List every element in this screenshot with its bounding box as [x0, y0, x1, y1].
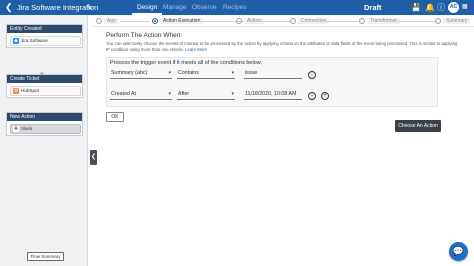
app-name: HubSpot [21, 88, 39, 93]
conditions-panel: Process the trigger event if it meets al… [106, 57, 438, 107]
flow-sidebar: Entity Created ◆ Jira Software » Create … [0, 15, 88, 266]
condition-2-field-select[interactable]: Created At ▾ [110, 90, 172, 100]
chat-support-icon[interactable]: 💬 [449, 242, 468, 261]
app-pill-hubspot[interactable]: ⚙ HubSpot [10, 86, 81, 96]
condition-1-value-input[interactable]: issue [244, 69, 302, 79]
edit-pencil-icon[interactable]: ✎ [86, 2, 93, 13]
step-action-execution[interactable]: Action Execution [152, 17, 204, 25]
hubspot-icon: ⚙ [13, 88, 19, 94]
flow-card-new-action[interactable]: New Action ✚ Slack [6, 112, 83, 136]
jira-icon: ◆ [13, 38, 19, 44]
back-chevron-icon[interactable]: ❮ [5, 2, 13, 13]
caret-down-icon: ▾ [168, 70, 171, 76]
step-transformer[interactable]: Transformer [359, 17, 401, 25]
section-description: You can selectively choose the events of… [106, 41, 458, 52]
app-pill-jira[interactable]: ◆ Jira Software [10, 36, 81, 46]
card-heading: Entity Created [7, 25, 82, 33]
step-dot-icon [290, 17, 296, 24]
step-dot-icon [435, 17, 441, 24]
app-name: Jira Software [21, 38, 48, 43]
flow-summary-button[interactable]: Flow Summary [27, 252, 64, 261]
flow-card-entity-created[interactable]: Entity Created ◆ Jira Software [6, 24, 83, 48]
notification-bell-icon[interactable]: 🔔 [425, 2, 435, 13]
app-name: Slack [21, 126, 33, 131]
add-condition-plus-icon[interactable]: + [321, 92, 329, 100]
save-icon[interactable]: 💾 [411, 2, 421, 13]
tab-recipes[interactable]: Recipes [223, 3, 246, 12]
ok-button[interactable]: OK [106, 112, 124, 122]
tab-observe[interactable]: Observe [192, 3, 217, 12]
apps-grid-icon[interactable]: ▦ [462, 2, 468, 13]
flow-card-create-ticket[interactable]: Create Ticket ⚙ HubSpot [6, 74, 83, 98]
step-dot-icon [96, 17, 102, 24]
caret-down-icon: ▾ [168, 91, 171, 97]
choose-action-button[interactable]: Choose An Action [395, 120, 441, 132]
card-heading: New Action [7, 113, 82, 121]
tab-design[interactable]: Design [131, 3, 163, 15]
slack-icon: ✚ [13, 126, 19, 132]
main-content: Perform The Action When: You can selecti… [100, 27, 474, 266]
caret-down-icon: ▾ [231, 70, 234, 76]
step-dot-icon [359, 17, 365, 24]
tab-manage[interactable]: Manage [163, 3, 187, 12]
remove-condition-1-minus-icon[interactable]: − [308, 71, 316, 79]
status-label: Draft [364, 3, 382, 12]
condition-1-operator-select[interactable]: Contains ▾ [177, 69, 235, 79]
condition-2-operator-select[interactable]: After ▾ [177, 90, 235, 100]
step-dot-icon [152, 17, 158, 24]
collapse-sidebar-chevron-icon[interactable]: ❮ [90, 150, 97, 165]
caret-down-icon: ▾ [231, 91, 234, 97]
condition-2-value-datetime[interactable]: 11/18/2020, 10:08 AM [244, 90, 302, 100]
step-dot-icon [236, 17, 242, 24]
card-heading: Create Ticket [7, 75, 82, 83]
user-avatar[interactable]: AC [448, 2, 459, 13]
step-summary[interactable]: Summary [435, 17, 471, 25]
step-action[interactable]: Action [236, 17, 264, 25]
app-pill-slack[interactable]: ✚ Slack [10, 124, 81, 134]
condition-1-field-select[interactable]: Summary (abc) ▾ [110, 69, 172, 79]
top-header-bar: ❮ Jira Software Integration ✎ Design Man… [0, 0, 474, 15]
step-progress-bar: App Action Execution Action Connection T… [92, 15, 474, 27]
step-app[interactable]: App [96, 17, 119, 25]
conditions-title: Process the trigger event if it meets al… [110, 60, 263, 66]
help-icon[interactable]: ⓘ [437, 2, 445, 13]
learn-more-link[interactable]: Learn More [185, 47, 207, 52]
section-title: Perform The Action When: [106, 32, 183, 39]
remove-condition-2-minus-icon[interactable]: − [308, 92, 316, 100]
